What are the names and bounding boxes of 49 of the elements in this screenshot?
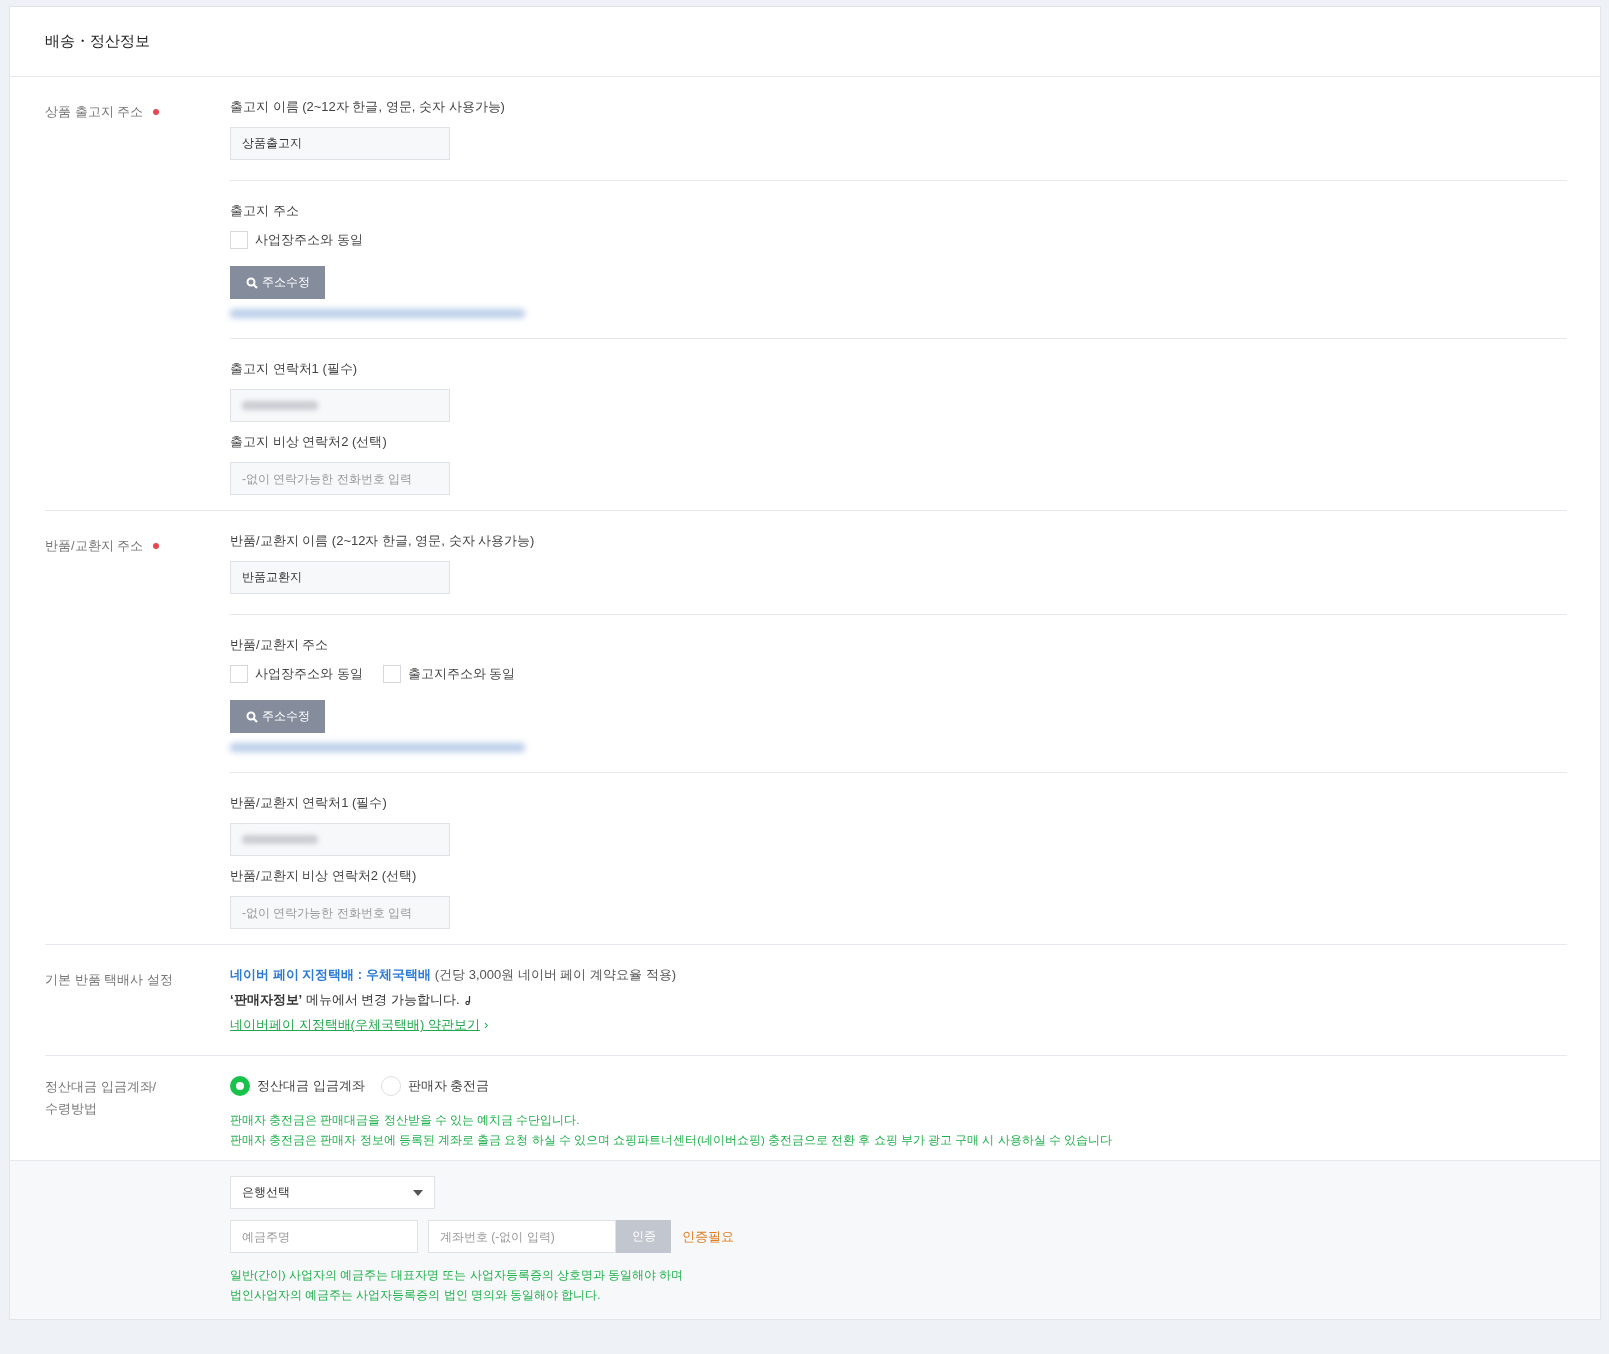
checkbox[interactable] bbox=[230, 231, 248, 249]
bank-select[interactable]: 은행선택 bbox=[230, 1176, 435, 1209]
search-icon bbox=[245, 710, 258, 723]
name-field[interactable]: 상품출고지 bbox=[230, 127, 450, 160]
section-label: 수령방법 bbox=[45, 1100, 97, 1118]
checkbox[interactable] bbox=[382, 665, 401, 683]
field-label: 반품/교환지 주소 bbox=[230, 636, 330, 654]
phone-field[interactable]: -없이 연락가능한 전화번호 입력 bbox=[230, 462, 450, 495]
account-holder-field[interactable]: 예금주명 bbox=[230, 1220, 418, 1253]
dropdown-caret-icon bbox=[413, 1189, 423, 1196]
section-label: 정산대금 입금계좌/ bbox=[45, 1078, 157, 1096]
checkbox-label: 사업장주소와 동일 bbox=[255, 231, 363, 249]
edit-address-button[interactable]: 주소수정 bbox=[230, 266, 325, 299]
radio-button[interactable] bbox=[230, 1076, 250, 1096]
search-icon bbox=[245, 276, 258, 289]
section-label: 기본 반품 택배사 설정 bbox=[45, 971, 173, 989]
checkbox[interactable] bbox=[230, 665, 248, 683]
phone-field[interactable] bbox=[230, 389, 450, 422]
chevron-icon: › bbox=[483, 1015, 489, 1035]
info-note: 일반(간이) 사업자의 예금주는 대표자명 또는 사업자등록증의 상호명과 동일해야 하며 bbox=[230, 1268, 685, 1283]
phone-field[interactable]: -없이 연락가능한 전화번호 입력 bbox=[230, 896, 450, 929]
field-label: 반품/교환지 비상 연락처2 (선택) bbox=[230, 867, 418, 885]
section-title: 배송・정산정보 bbox=[45, 32, 150, 51]
info-note: 법인사업자의 예금주는 사업자등록증의 법인 명의와 동일해야 합니다. bbox=[230, 1288, 602, 1303]
verify-status: 인증필요 bbox=[682, 1227, 734, 1246]
account-number-field[interactable]: 계좌번호 (-없이 입력) bbox=[428, 1220, 616, 1253]
field-label: 출고지 주소 bbox=[230, 202, 300, 220]
change-note: ‘판매자정보’ 메뉴에서 변경 가능합니다. bbox=[230, 991, 460, 1009]
phone-field[interactable] bbox=[230, 823, 450, 856]
checkbox-label: 출고지주소와 동일 bbox=[407, 665, 516, 683]
field-label: 반품/교환지 연락처1 (필수) bbox=[230, 794, 388, 812]
info-note: 판매자 충전금은 판매대금을 정산받을 수 있는 예치금 수단입니다. bbox=[230, 1113, 581, 1128]
carrier-name: 네이버 페이 지정택배 : 우체국택배 bbox=[230, 966, 431, 984]
verify-button[interactable]: 인증 bbox=[616, 1220, 671, 1253]
field-label: 출고지 비상 연락처2 (선택) bbox=[230, 433, 388, 451]
section-label: 상품 출고지 주소 bbox=[45, 103, 144, 121]
checkbox-label: 사업장주소와 동일 bbox=[255, 665, 363, 683]
edit-address-button[interactable]: 주소수정 bbox=[230, 700, 325, 733]
info-note: 판매자 충전금은 판매자 정보에 등록된 계좌로 출금 요청 하실 수 있으며 쇼핑파트너센터(네이버쇼핑) 충전금으로 전환 후 쇼핑 부가 광고 구매 시 사용하실 수 있습니다 bbox=[230, 1133, 1113, 1148]
field-label: 출고지 연락처1 (필수) bbox=[230, 360, 359, 378]
radio-label: 정산대금 입금계좌 bbox=[257, 1077, 365, 1095]
radio-label: 판매자 충전금 bbox=[407, 1077, 490, 1095]
carrier-note: (건당 3,000원 네이버 페이 계약요율 적용) bbox=[434, 966, 677, 984]
field-label: 출고지 이름 (2~12자 한글, 영문, 숫자 사용가능) bbox=[230, 98, 506, 116]
name-field[interactable]: 반품교환지 bbox=[230, 561, 450, 594]
section-label: 반품/교환지 주소 bbox=[45, 537, 144, 555]
terms-link[interactable]: 네이버페이 지정택배(우체국택배) 약관보기 bbox=[230, 1015, 480, 1035]
field-label: 반품/교환지 이름 (2~12자 한글, 영문, 숫자 사용가능) bbox=[230, 532, 536, 550]
cursor-icon bbox=[464, 995, 471, 1005]
